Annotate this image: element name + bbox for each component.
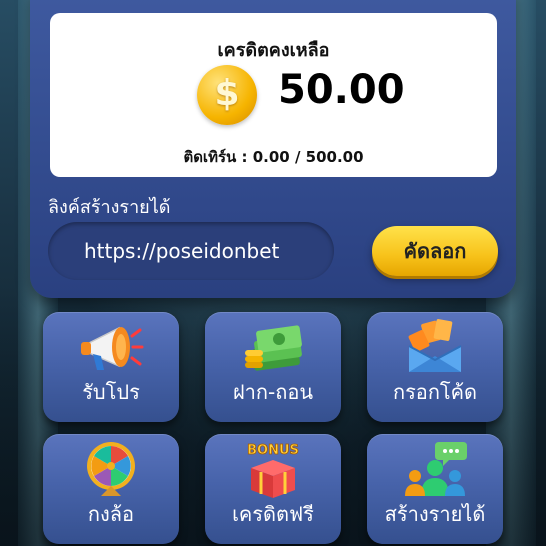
tile-label: เครดิตฟรี [232, 502, 314, 526]
menu-tile-deposit-withdraw[interactable]: ฝาก-ถอน [205, 312, 341, 422]
envelope-coupon-icon [408, 319, 462, 372]
referral-label: ลิงค์สร้างรายได้ [48, 197, 171, 218]
balance-card: เครดิตคงเหลือ $ 50.00 ติดเทิร์น : 0.00 /… [50, 13, 497, 177]
turnover-value: 0.00 / 500.00 [252, 148, 364, 166]
turnover-label: ติดเทิร์น : [183, 148, 248, 166]
referral-link-field[interactable]: https://poseidonbet [48, 222, 334, 280]
coin-icon: $ [197, 65, 257, 125]
tile-label: ฝาก-ถอน [232, 380, 314, 404]
tile-label: สร้างรายได้ [384, 502, 486, 526]
referral-people-icon [405, 442, 467, 496]
tile-label: กรอกโค้ด [392, 380, 478, 404]
menu-tile-wheel[interactable]: กงล้อ [43, 434, 179, 544]
menu-tile-promotion[interactable]: รับโปร [43, 312, 179, 422]
coin-symbol: $ [214, 73, 240, 114]
turnover-row: ติดเทิร์น : 0.00 / 500.00 [50, 145, 497, 169]
tile-label: กงล้อ [87, 502, 135, 526]
bonus-badge-text: BONUS [247, 443, 299, 458]
menu-tile-free-credit[interactable]: BONUS เครดิตฟรี [205, 434, 341, 544]
copy-button[interactable]: คัดลอก [372, 226, 498, 276]
menu-tile-earn-income[interactable]: สร้างรายได้ [367, 434, 503, 544]
prize-wheel-icon [87, 442, 135, 496]
wallet-panel: เครดิตคงเหลือ $ 50.00 ติดเทิร์น : 0.00 /… [30, 0, 516, 298]
menu-tile-enter-code[interactable]: กรอกโค้ด [367, 312, 503, 422]
megaphone-icon [81, 326, 144, 370]
money-stack-icon [245, 325, 302, 371]
bonus-gift-box-icon: BONUS [247, 443, 299, 498]
tile-label: รับโปร [82, 380, 140, 404]
balance-amount: 50.00 [278, 67, 405, 113]
balance-title: เครดิตคงเหลือ [217, 40, 330, 61]
